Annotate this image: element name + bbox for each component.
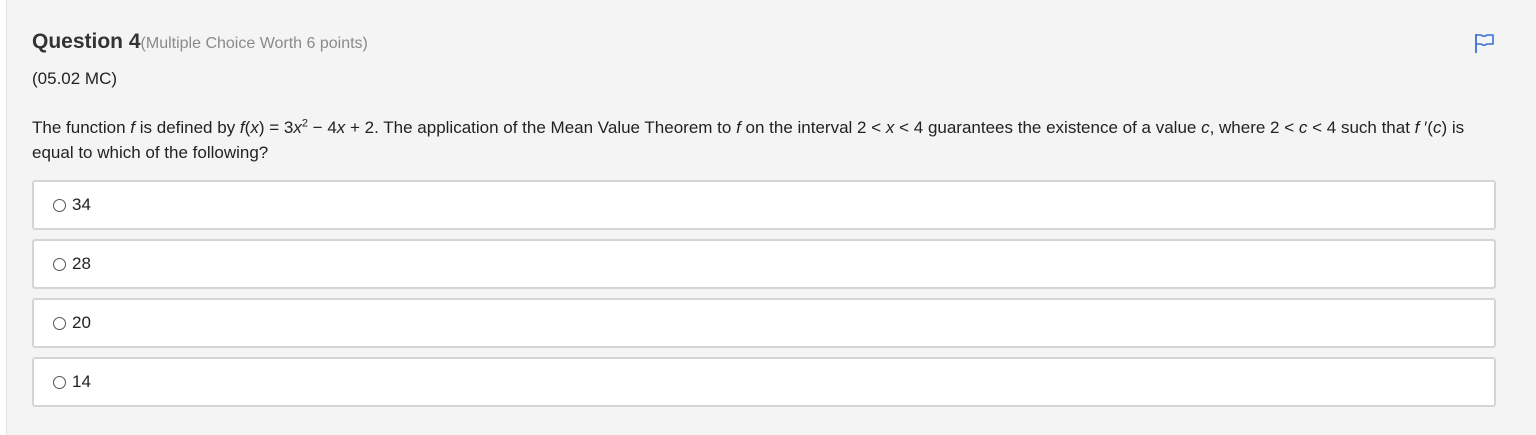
answer-option-label: 14 bbox=[72, 372, 91, 391]
question-panel: Question 4 (Multiple Choice Worth 6 poin… bbox=[6, 0, 1536, 435]
answer-option-label: 34 bbox=[72, 195, 91, 214]
question-header: Question 4 (Multiple Choice Worth 6 poin… bbox=[32, 30, 368, 54]
question-code: (05.02 MC) bbox=[32, 69, 118, 88]
answer-options: 34 28 20 14 bbox=[32, 180, 1496, 416]
answer-option-label: 20 bbox=[72, 313, 91, 332]
radio-button[interactable] bbox=[53, 375, 66, 389]
answer-option[interactable]: 34 bbox=[32, 180, 1496, 230]
radio-button[interactable] bbox=[53, 316, 66, 330]
radio-button[interactable] bbox=[53, 257, 66, 271]
question-title: Question 4 bbox=[32, 30, 141, 53]
question-worth: (Multiple Choice Worth 6 points) bbox=[140, 35, 368, 52]
answer-option[interactable]: 14 bbox=[32, 357, 1496, 407]
answer-option[interactable]: 28 bbox=[32, 239, 1496, 289]
radio-button[interactable] bbox=[53, 198, 66, 212]
question-stem: The function f is defined by f(x) = 3x2 … bbox=[32, 117, 1465, 162]
flag-icon[interactable] bbox=[1472, 31, 1496, 55]
answer-option-label: 28 bbox=[72, 254, 91, 273]
answer-option[interactable]: 20 bbox=[32, 298, 1496, 348]
